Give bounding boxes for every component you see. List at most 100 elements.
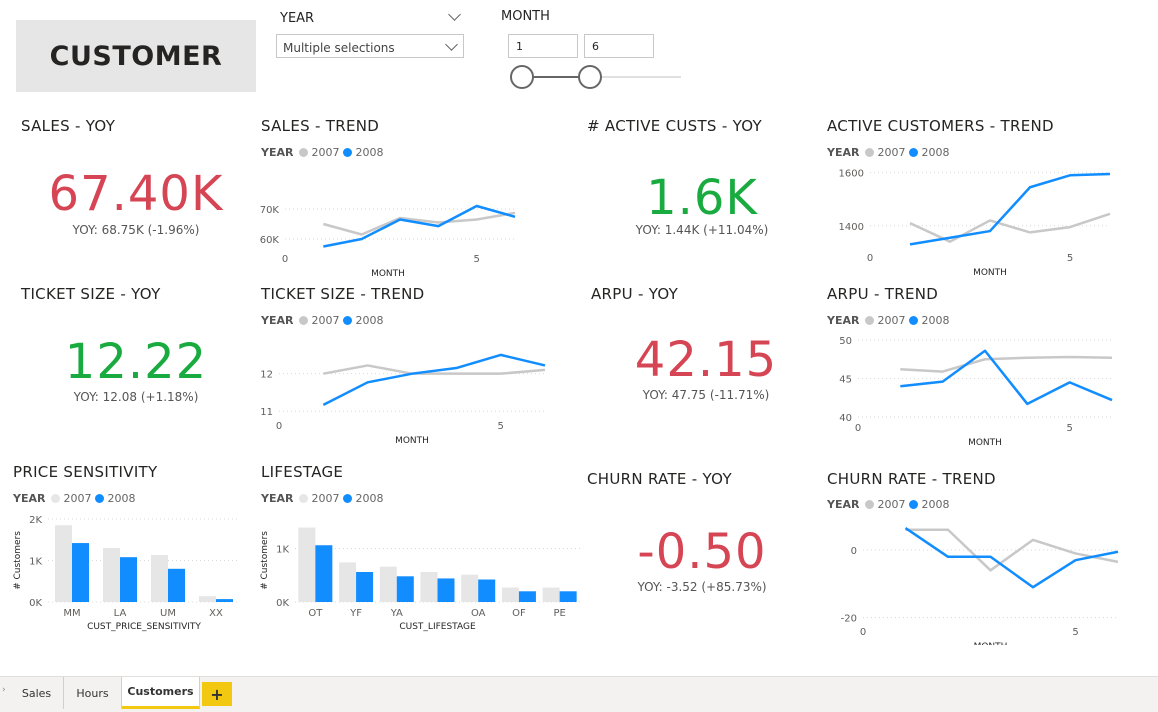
x-tick-label: 5: [497, 421, 503, 432]
arpu-trend-title: ARPU - TREND: [827, 285, 939, 303]
legend-title: YEAR: [827, 498, 860, 511]
x-tick-label: OA: [471, 608, 486, 619]
legend-2008-marker: [909, 500, 919, 509]
year-slicer-collapse-button[interactable]: [448, 8, 462, 22]
x-tick-label: YA: [390, 608, 403, 619]
tab-customers[interactable]: Customers: [122, 677, 200, 709]
y-axis-label: # Customers: [13, 531, 23, 590]
active-custs-yoy-sub: YOY: 1.44K (+11.04%): [635, 223, 769, 237]
x-tick-label: 5: [1072, 627, 1078, 638]
legend-2008-label: 2008: [921, 498, 950, 511]
y-tick-label: 1K: [276, 544, 289, 555]
legend-title: YEAR: [261, 146, 294, 159]
x-tick-label: 0: [867, 253, 873, 264]
price-sensitivity-chart: 0K 1K 2K MM LA UM XX CUST_PRICE_SENSITIVITY # Cu…: [13, 515, 240, 632]
legend-2007-label: 2007: [877, 498, 906, 511]
active-trend-legend: YEAR 2007 2008: [827, 146, 953, 159]
month-max-input[interactable]: 6: [584, 34, 654, 58]
sales-yoy-title: SALES - YOY: [21, 117, 116, 135]
x-axis-label: CUST_LIFESTAGE: [399, 622, 476, 632]
legend-2007-marker: [865, 316, 875, 325]
series-line-2007: [909, 212, 1111, 243]
x-tick-label: XX: [209, 608, 223, 619]
bar-2008: [478, 579, 496, 602]
y-tick-label: 45: [839, 375, 852, 386]
ticket-size-trend-chart: 11 12 0 5 MONTH: [260, 353, 546, 446]
ticket-size-trend-title: TICKET SIZE - TREND: [261, 285, 425, 303]
page-tab-bar: › Sales Hours Customers +: [0, 676, 1158, 712]
bar-2008: [356, 572, 374, 602]
bar-2008: [216, 599, 233, 602]
legend-title: YEAR: [827, 314, 860, 327]
legend-2008-label: 2008: [921, 146, 950, 159]
slider-max-handle[interactable]: [578, 65, 603, 89]
legend-2007-marker: [51, 494, 61, 503]
bar-2007: [103, 548, 120, 602]
month-range-slider[interactable]: [510, 65, 681, 89]
bar-2007: [461, 574, 479, 602]
y-tick-label: 1400: [839, 222, 864, 233]
slider-min-handle[interactable]: [510, 65, 534, 89]
bar-2007: [151, 555, 168, 602]
legend-2008-label: 2008: [107, 492, 136, 505]
bar-2008: [559, 591, 577, 602]
churn-rate-yoy-value: -0.50: [637, 524, 767, 580]
legend-2008-label: 2008: [921, 314, 950, 327]
legend-2007-label: 2007: [877, 146, 906, 159]
y-tick-label: 2K: [29, 515, 42, 526]
year-dropdown[interactable]: Multiple selections: [276, 34, 464, 58]
sales-trend-title: SALES - TREND: [261, 117, 380, 135]
arpu-yoy-title: ARPU - YOY: [591, 285, 679, 303]
bar-2007: [298, 527, 316, 602]
legend-title: YEAR: [261, 314, 294, 327]
y-tick-label: 1K: [29, 557, 42, 568]
bar-2008: [120, 557, 137, 602]
churn-rate-trend-title: CHURN RATE - TREND: [827, 470, 996, 488]
x-tick-label: 0: [860, 627, 866, 638]
sales-trend-legend: YEAR 2007 2008: [261, 146, 387, 159]
legend-2007-label: 2007: [63, 492, 92, 505]
y-tick-label: -20: [841, 614, 857, 625]
series-line-2008: [323, 204, 516, 248]
tab-scroll-arrow[interactable]: ›: [2, 685, 6, 695]
arpu-trend-legend: YEAR 2007 2008: [827, 314, 953, 327]
y-tick-label: 11: [260, 407, 273, 418]
y-tick-label: 0K: [276, 598, 289, 609]
add-page-button[interactable]: +: [202, 682, 232, 706]
legend-2007-marker: [865, 500, 875, 509]
legend-2007-label: 2007: [311, 146, 340, 159]
legend-2008-marker: [909, 316, 919, 325]
active-customers-trend-title: ACTIVE CUSTOMERS - TREND: [827, 117, 1054, 135]
year-slicer-label: YEAR: [280, 11, 315, 26]
bar-2007: [55, 525, 72, 602]
bar-2008: [518, 591, 536, 602]
series-line-2008: [904, 527, 1119, 589]
legend-2008-marker: [343, 148, 353, 157]
legend-2007-label: 2007: [877, 314, 906, 327]
bar-2008: [315, 545, 333, 602]
tab-hours[interactable]: Hours: [64, 677, 122, 709]
bar-2008: [437, 578, 455, 602]
sales-trend-chart: 60K 70K 0 5 MONTH: [260, 204, 516, 279]
legend-2007-label: 2007: [311, 492, 340, 505]
legend-2008-marker: [909, 148, 919, 157]
bar-2007: [379, 566, 397, 602]
y-tick-label: 60K: [260, 235, 280, 246]
month-min-input[interactable]: 1: [508, 34, 578, 58]
y-tick-label: 1600: [839, 169, 864, 180]
x-axis-label: MONTH: [968, 438, 1002, 448]
x-tick-label: 5: [1066, 423, 1072, 434]
lifestage-chart: 0K 1K OT YF YA OA OF PE CUST_LIFESTAGE # Customer…: [260, 527, 580, 632]
y-tick-label: 40: [839, 413, 852, 424]
sales-yoy-sub: YOY: 68.75K (-1.96%): [72, 223, 200, 237]
month-slicer-label: MONTH: [501, 9, 550, 24]
tab-sales[interactable]: Sales: [10, 677, 64, 709]
legend-2008-label: 2008: [355, 314, 384, 327]
x-tick-label: MM: [63, 608, 80, 619]
price-sensitivity-title: PRICE SENSITIVITY: [13, 463, 158, 481]
arpu-yoy-sub: YOY: 47.75 (-11.71%): [642, 388, 770, 402]
x-tick-label: 0: [276, 421, 282, 432]
chevron-down-icon: [445, 38, 458, 51]
y-axis-label: # Customers: [260, 531, 270, 590]
legend-title: YEAR: [13, 492, 46, 505]
